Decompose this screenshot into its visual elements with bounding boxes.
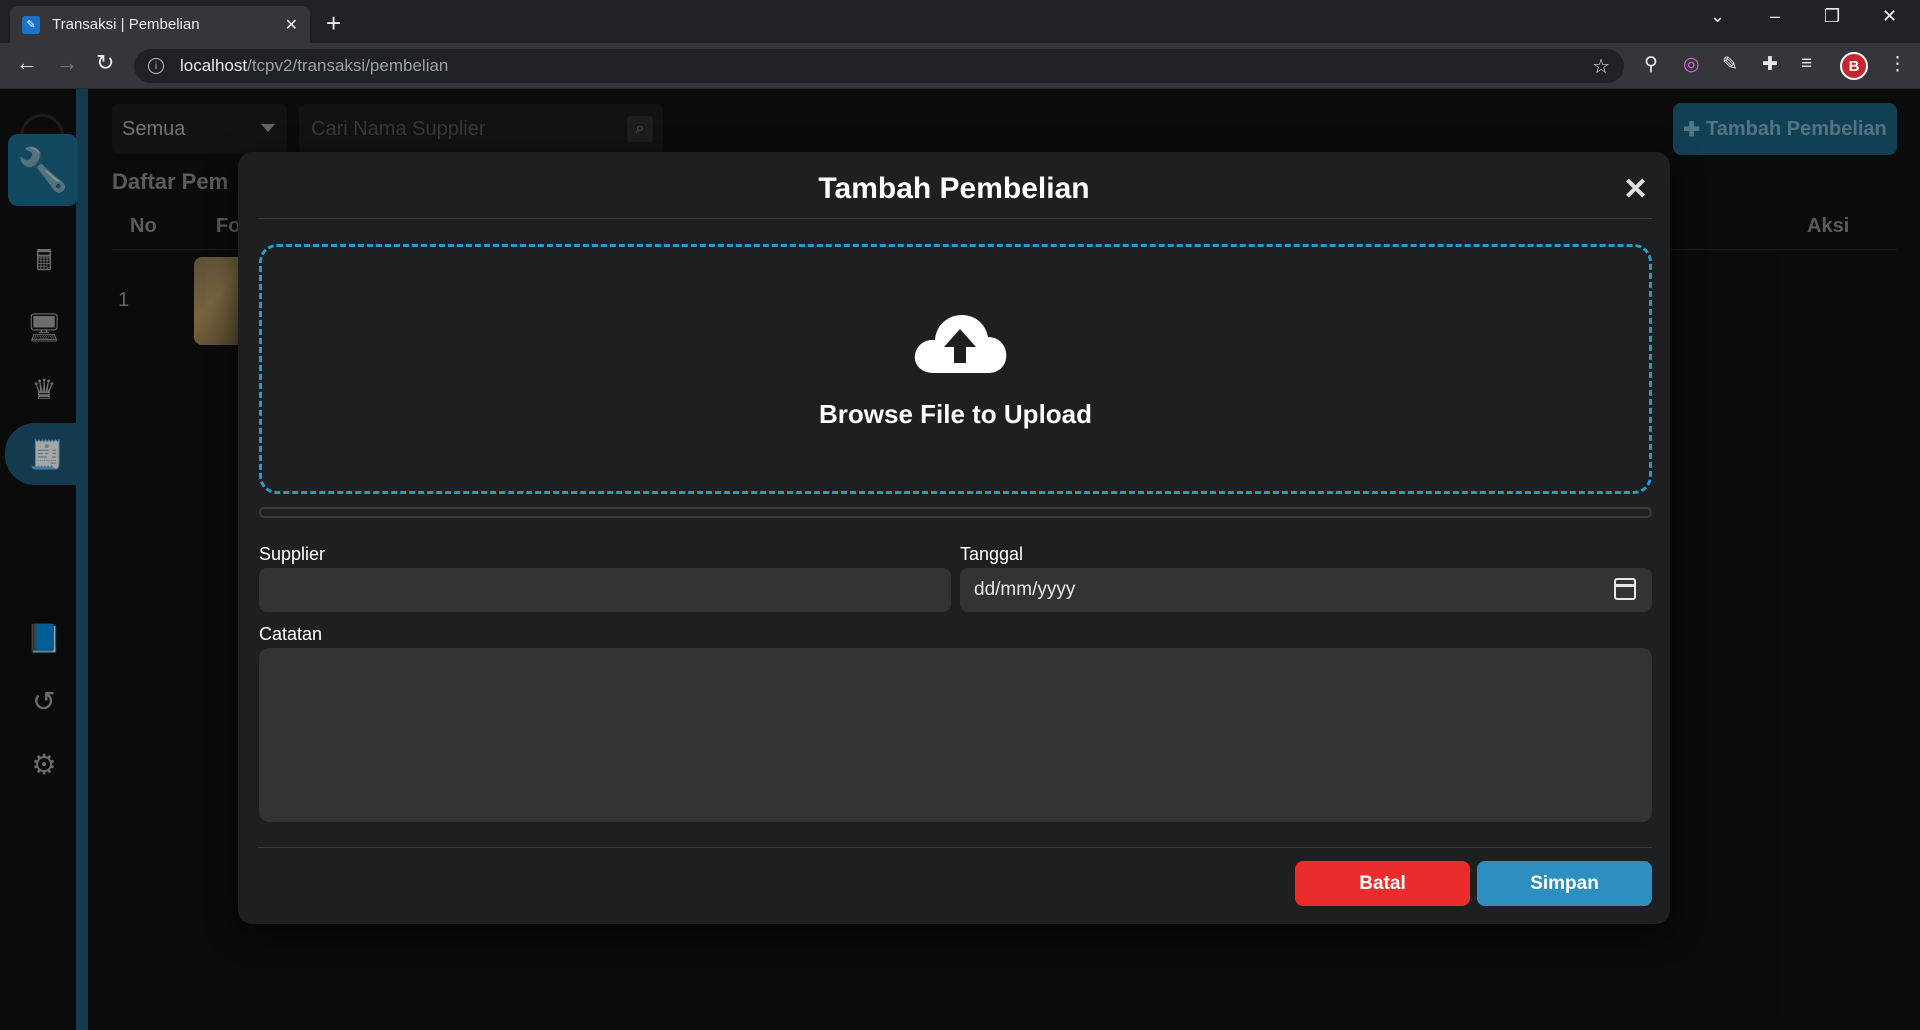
forward-arrow-icon[interactable]: → bbox=[56, 50, 78, 76]
address-bar[interactable]: i localhost /tcpv2/transaksi/pembelian ☆ bbox=[134, 49, 1624, 83]
upload-label: Browse File to Upload bbox=[818, 399, 1093, 429]
date-label: Tanggal bbox=[960, 544, 1024, 564]
cancel-button[interactable]: Batal bbox=[1295, 861, 1470, 906]
pen-extension-icon[interactable]: ✎ bbox=[1722, 53, 1738, 76]
cloud-upload-icon bbox=[914, 315, 1007, 373]
app-favicon-icon: ✎ bbox=[22, 15, 40, 34]
upload-progress-bar bbox=[259, 507, 1652, 518]
maximize-icon[interactable]: ❐ bbox=[1824, 6, 1840, 27]
notes-label: Catatan bbox=[259, 624, 323, 644]
file-upload-dropzone[interactable]: Browse File to Upload bbox=[259, 244, 1652, 494]
new-tab-icon[interactable]: + bbox=[326, 8, 341, 39]
modal-title: Tambah Pembelian bbox=[818, 172, 1090, 205]
url-path: /tcpv2/transaksi/pembelian bbox=[247, 56, 449, 75]
bookmark-star-icon[interactable]: ☆ bbox=[1592, 54, 1610, 79]
back-arrow-icon[interactable]: ← bbox=[16, 50, 38, 76]
modal-footer-divider bbox=[258, 847, 1652, 848]
close-icon[interactable]: ✕ bbox=[1623, 172, 1648, 207]
browser-tab-bar: ✎ Transaksi | Pembelian ✕ + ⌄ – ❐ ✕ bbox=[0, 0, 1920, 43]
reload-icon[interactable]: ↻ bbox=[96, 50, 114, 76]
browser-toolbar: ← → ↻ i localhost /tcpv2/transaksi/pembe… bbox=[0, 43, 1920, 89]
minimize-icon[interactable]: – bbox=[1770, 6, 1780, 27]
date-input[interactable]: dd/mm/yyyy bbox=[960, 568, 1652, 612]
tab-search-icon[interactable]: ⌄ bbox=[1710, 6, 1725, 27]
date-placeholder: dd/mm/yyyy bbox=[974, 579, 1076, 600]
color-picker-extension-icon[interactable]: ◎ bbox=[1683, 53, 1700, 76]
modal-header-divider bbox=[258, 218, 1652, 219]
notes-textarea[interactable] bbox=[259, 648, 1652, 822]
site-info-icon[interactable]: i bbox=[148, 58, 164, 74]
supplier-label: Supplier bbox=[259, 544, 326, 564]
extensions-puzzle-icon[interactable]: ✚ bbox=[1762, 53, 1778, 76]
supplier-input[interactable] bbox=[259, 568, 951, 612]
save-button[interactable]: Simpan bbox=[1477, 861, 1652, 906]
url-host: localhost bbox=[180, 56, 248, 75]
browser-menu-icon[interactable]: ⋮ bbox=[1888, 53, 1907, 76]
profile-avatar[interactable]: B bbox=[1840, 52, 1868, 80]
tab-close-icon[interactable]: ✕ bbox=[285, 15, 298, 35]
calendar-icon[interactable] bbox=[1614, 578, 1636, 600]
browser-tab[interactable]: ✎ Transaksi | Pembelian ✕ bbox=[10, 6, 310, 43]
add-purchase-modal: Tambah Pembelian ✕ Browse File to Upload… bbox=[238, 152, 1670, 924]
tab-title: Transaksi | Pembelian bbox=[52, 16, 200, 33]
media-playlist-icon[interactable]: ≡ bbox=[1801, 53, 1812, 75]
location-pin-icon[interactable]: ⚲ bbox=[1644, 53, 1658, 76]
window-close-icon[interactable]: ✕ bbox=[1882, 6, 1897, 27]
